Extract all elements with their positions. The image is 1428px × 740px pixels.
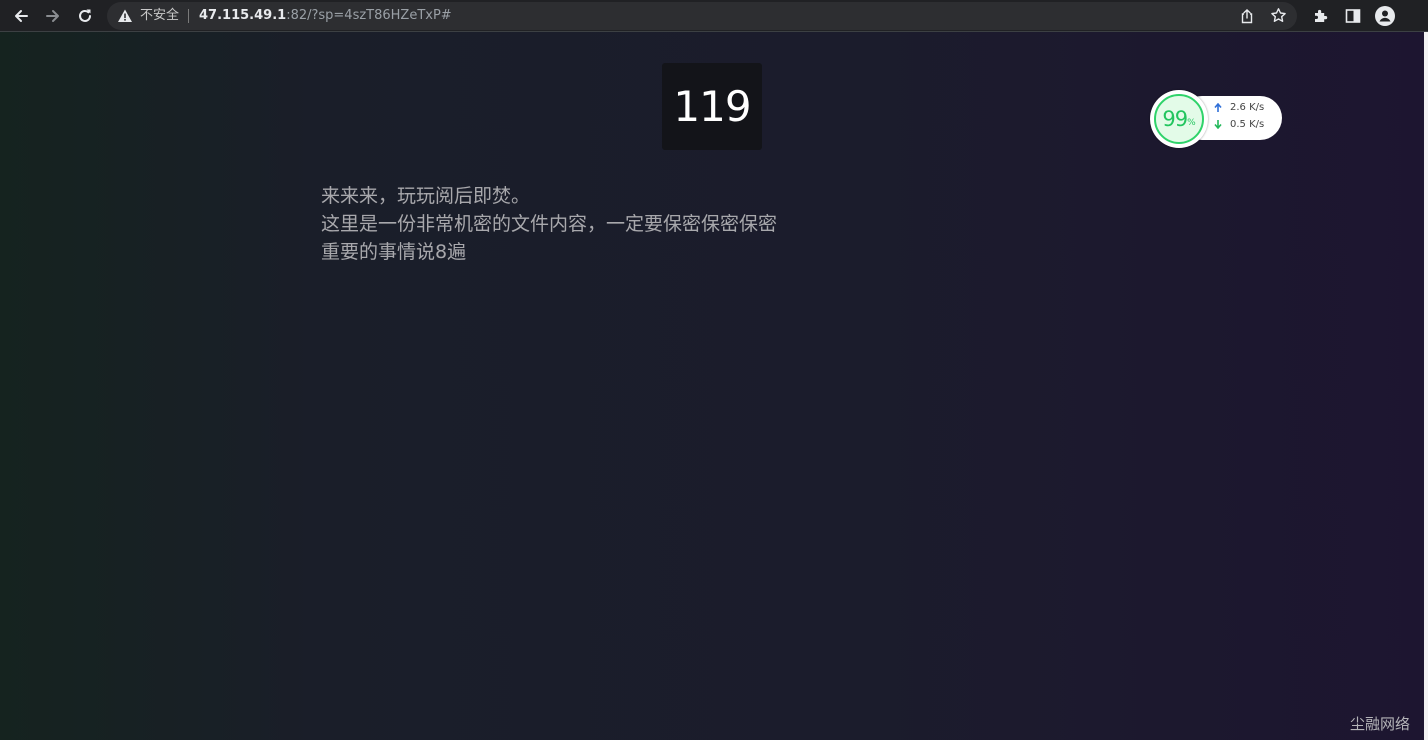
- arrow-right-icon: [46, 10, 59, 22]
- download-speed-row: 0.5 K/s: [1214, 119, 1264, 130]
- extensions-button[interactable]: [1307, 2, 1335, 30]
- network-speed-widget[interactable]: 2.6 K/s 0.5 K/s 99%: [1150, 90, 1284, 148]
- percentage-ring[interactable]: 99%: [1150, 90, 1208, 148]
- url-path: :82/?sp=4szT86HZeTxP#: [286, 8, 452, 23]
- browser-toolbar: 不安全 47.115.49.1:82/?sp=4szT86HZeTxP#: [0, 0, 1428, 32]
- arrow-left-icon: [15, 10, 28, 22]
- profile-button[interactable]: [1371, 2, 1399, 30]
- download-arrow-icon: [1214, 120, 1222, 129]
- side-panel-icon: [1345, 9, 1361, 23]
- puzzle-icon: [1315, 9, 1328, 22]
- percentage-unit: %: [1187, 118, 1196, 128]
- countdown-box: 119: [662, 63, 762, 150]
- window-edge: [1424, 32, 1428, 740]
- brand-watermark: 尘融网络: [1349, 715, 1410, 733]
- message-line-3: 重要的事情说8遍: [321, 241, 467, 263]
- address-divider: [188, 9, 189, 23]
- message-line-1: 来来来，玩玩阅后即焚。: [321, 185, 531, 207]
- back-button[interactable]: [7, 2, 35, 30]
- address-url[interactable]: 47.115.49.1:82/?sp=4szT86HZeTxP#: [199, 2, 452, 30]
- download-speed: 0.5 K/s: [1230, 119, 1265, 130]
- url-host: 47.115.49.1: [199, 8, 287, 23]
- security-status-label[interactable]: 不安全: [140, 2, 179, 30]
- percentage-value: 99: [1162, 107, 1188, 131]
- side-panel-button[interactable]: [1339, 2, 1367, 30]
- browser-window: 不安全 47.115.49.1:82/?sp=4szT86HZeTxP# 119…: [0, 0, 1428, 740]
- profile-icon: [1375, 6, 1395, 26]
- forward-button[interactable]: [39, 2, 67, 30]
- page-viewport: 119 来来来，玩玩阅后即焚。 这里是一份非常机密的文件内容，一定要保密保密保密…: [0, 32, 1424, 740]
- countdown-value: 119: [673, 82, 751, 131]
- star-icon[interactable]: [1270, 7, 1287, 24]
- share-icon[interactable]: [1239, 8, 1255, 24]
- reload-button[interactable]: [71, 2, 99, 30]
- upload-speed: 2.6 K/s: [1230, 102, 1265, 113]
- upload-arrow-icon: [1214, 103, 1222, 112]
- upload-speed-row: 2.6 K/s: [1214, 102, 1264, 113]
- percentage-ring-inner: 99%: [1154, 94, 1204, 144]
- address-bar[interactable]: 不安全 47.115.49.1:82/?sp=4szT86HZeTxP#: [107, 2, 1297, 30]
- secret-message: 来来来，玩玩阅后即焚。 这里是一份非常机密的文件内容，一定要保密保密保密 重要的…: [321, 182, 921, 266]
- reload-icon: [79, 9, 91, 22]
- warning-triangle-icon: [118, 9, 132, 22]
- message-line-2: 这里是一份非常机密的文件内容，一定要保密保密保密: [321, 213, 778, 235]
